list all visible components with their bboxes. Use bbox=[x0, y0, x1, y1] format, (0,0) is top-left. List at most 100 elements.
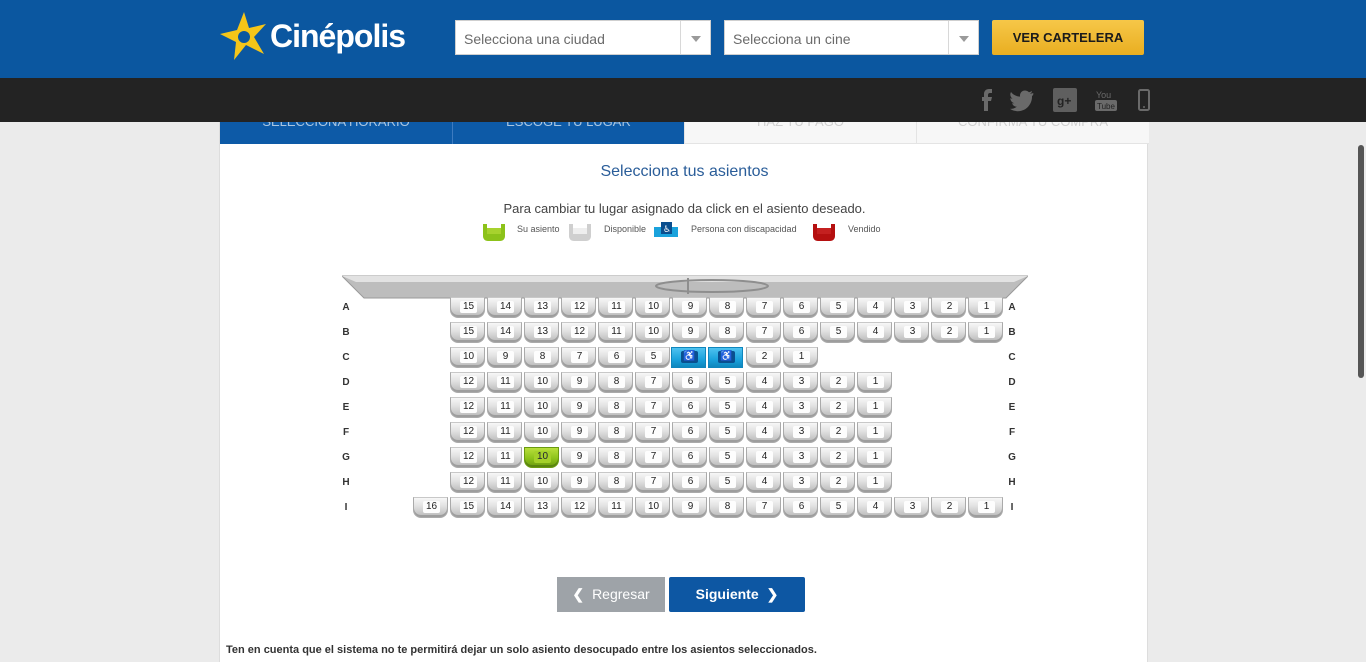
seat-available[interactable]: 7 bbox=[635, 422, 670, 443]
seat-available[interactable]: 8 bbox=[598, 447, 633, 468]
seat-available[interactable]: 8 bbox=[598, 422, 633, 443]
seat-available[interactable]: 3 bbox=[783, 397, 818, 418]
seat-available[interactable]: 10 bbox=[450, 347, 485, 368]
seat-available[interactable]: 1 bbox=[968, 322, 1003, 343]
seat-available[interactable]: 4 bbox=[746, 472, 781, 493]
seat-available[interactable]: 2 bbox=[820, 422, 855, 443]
seat-available[interactable]: 4 bbox=[857, 322, 892, 343]
seat-available[interactable]: 4 bbox=[746, 397, 781, 418]
seat-available[interactable]: 10 bbox=[524, 422, 559, 443]
scrollbar-thumb[interactable] bbox=[1358, 145, 1364, 378]
seat-available[interactable]: 3 bbox=[894, 497, 929, 518]
seat-available[interactable]: 5 bbox=[709, 397, 744, 418]
mobile-icon[interactable] bbox=[1131, 87, 1157, 113]
seat-available[interactable]: 8 bbox=[709, 322, 744, 343]
seat-available[interactable]: 3 bbox=[783, 447, 818, 468]
seat-available[interactable]: 5 bbox=[820, 297, 855, 318]
seat-available[interactable]: 11 bbox=[487, 472, 522, 493]
youtube-icon[interactable]: You Tube bbox=[1093, 87, 1119, 113]
seat-available[interactable]: 2 bbox=[746, 347, 781, 368]
seat-available[interactable]: 12 bbox=[450, 472, 485, 493]
seat-available[interactable]: 12 bbox=[450, 447, 485, 468]
seat-available[interactable]: 7 bbox=[635, 472, 670, 493]
google-plus-icon[interactable]: g+ bbox=[1052, 87, 1078, 113]
seat-available[interactable]: 9 bbox=[561, 422, 596, 443]
seat-available[interactable]: 5 bbox=[820, 497, 855, 518]
seat-available[interactable]: 3 bbox=[894, 322, 929, 343]
seat-available[interactable]: 3 bbox=[783, 422, 818, 443]
wheelchair-seat[interactable]: ♿ bbox=[671, 347, 706, 368]
seat-available[interactable]: 8 bbox=[598, 397, 633, 418]
step-escoge-tu-lugar[interactable]: ESCOGE TU LUGAR bbox=[452, 122, 684, 144]
seat-available[interactable]: 7 bbox=[561, 347, 596, 368]
twitter-icon[interactable] bbox=[1009, 87, 1035, 113]
seat-available[interactable]: 2 bbox=[931, 297, 966, 318]
seat-available[interactable]: 2 bbox=[931, 497, 966, 518]
seat-available[interactable]: 1 bbox=[783, 347, 818, 368]
seat-available[interactable]: 1 bbox=[857, 422, 892, 443]
seat-available[interactable]: 6 bbox=[672, 372, 707, 393]
seat-available[interactable]: 4 bbox=[746, 422, 781, 443]
seat-available[interactable]: 5 bbox=[709, 472, 744, 493]
seat-available[interactable]: 8 bbox=[598, 472, 633, 493]
seat-available[interactable]: 9 bbox=[487, 347, 522, 368]
seat-available[interactable]: 6 bbox=[672, 422, 707, 443]
ver-cartelera-button[interactable]: VER CARTELERA bbox=[992, 20, 1144, 55]
seat-available[interactable]: 9 bbox=[561, 372, 596, 393]
seat-available[interactable]: 4 bbox=[746, 447, 781, 468]
seat-available[interactable]: 1 bbox=[857, 472, 892, 493]
seat-available[interactable]: 10 bbox=[524, 372, 559, 393]
seat-available[interactable]: 14 bbox=[487, 297, 522, 318]
seat-available[interactable]: 11 bbox=[598, 322, 633, 343]
step-selecciona-horario[interactable]: SELECCIONA HORARIO bbox=[220, 122, 452, 144]
seat-available[interactable]: 1 bbox=[857, 397, 892, 418]
seat-available[interactable]: 12 bbox=[561, 322, 596, 343]
seat-available[interactable]: 12 bbox=[450, 372, 485, 393]
seat-available[interactable]: 1 bbox=[857, 447, 892, 468]
seat-available[interactable]: 5 bbox=[709, 372, 744, 393]
seat-available[interactable]: 6 bbox=[783, 297, 818, 318]
seat-available[interactable]: 14 bbox=[487, 497, 522, 518]
seat-available[interactable]: 1 bbox=[968, 497, 1003, 518]
seat-available[interactable]: 15 bbox=[450, 497, 485, 518]
seat-available[interactable]: 7 bbox=[746, 297, 781, 318]
seat-available[interactable]: 6 bbox=[783, 497, 818, 518]
seat-available[interactable]: 10 bbox=[635, 297, 670, 318]
seat-available[interactable]: 11 bbox=[598, 297, 633, 318]
seat-available[interactable]: 3 bbox=[783, 372, 818, 393]
seat-available[interactable]: 14 bbox=[487, 322, 522, 343]
seat-available[interactable]: 2 bbox=[820, 472, 855, 493]
seat-available[interactable]: 15 bbox=[450, 297, 485, 318]
seat-available[interactable]: 12 bbox=[450, 422, 485, 443]
seat-available[interactable]: 6 bbox=[672, 397, 707, 418]
seat-available[interactable]: 11 bbox=[487, 422, 522, 443]
seat-available[interactable]: 12 bbox=[450, 397, 485, 418]
siguiente-button[interactable]: Siguiente ❯ bbox=[669, 577, 805, 612]
seat-selected[interactable]: 10 bbox=[524, 447, 559, 468]
seat-available[interactable]: 10 bbox=[635, 497, 670, 518]
seat-available[interactable]: 7 bbox=[746, 497, 781, 518]
seat-available[interactable]: 5 bbox=[820, 322, 855, 343]
seat-available[interactable]: 8 bbox=[709, 497, 744, 518]
seat-available[interactable]: 4 bbox=[857, 497, 892, 518]
seat-available[interactable]: 6 bbox=[598, 347, 633, 368]
facebook-icon[interactable] bbox=[974, 87, 1000, 113]
seat-available[interactable]: 9 bbox=[672, 297, 707, 318]
seat-available[interactable]: 6 bbox=[672, 472, 707, 493]
seat-available[interactable]: 6 bbox=[783, 322, 818, 343]
seat-available[interactable]: 11 bbox=[487, 372, 522, 393]
seat-available[interactable]: 13 bbox=[524, 322, 559, 343]
wheelchair-seat[interactable]: ♿ bbox=[708, 347, 743, 368]
seat-available[interactable]: 8 bbox=[709, 297, 744, 318]
seat-available[interactable]: 15 bbox=[450, 322, 485, 343]
cinema-select[interactable]: Selecciona un cine bbox=[724, 20, 979, 55]
seat-available[interactable]: 11 bbox=[487, 447, 522, 468]
seat-available[interactable]: 7 bbox=[635, 397, 670, 418]
seat-available[interactable]: 11 bbox=[598, 497, 633, 518]
seat-available[interactable]: 4 bbox=[857, 297, 892, 318]
seat-available[interactable]: 5 bbox=[709, 422, 744, 443]
seat-available[interactable]: 10 bbox=[524, 472, 559, 493]
seat-available[interactable]: 12 bbox=[561, 297, 596, 318]
seat-available[interactable]: 10 bbox=[524, 397, 559, 418]
city-select[interactable]: Selecciona una ciudad bbox=[455, 20, 711, 55]
